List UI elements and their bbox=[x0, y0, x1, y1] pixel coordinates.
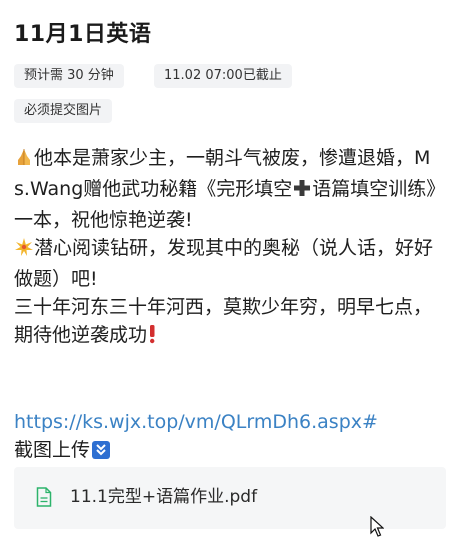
document-icon bbox=[36, 487, 52, 507]
attachment-file-name: 11.1完型+语篇作业.pdf bbox=[70, 487, 258, 507]
sparkle-icon bbox=[14, 237, 34, 265]
down-arrow-icon bbox=[92, 441, 111, 459]
upload-paragraph: 截图上传 bbox=[14, 436, 446, 464]
mouse-pointer-icon bbox=[370, 516, 384, 537]
upload-instruction: 截图上传 bbox=[14, 439, 91, 461]
description-paragraph-2: 潜心阅读钻研，发现其中的奥秘（说人话，好好做题）吧! bbox=[14, 237, 434, 290]
description-paragraph-1: 他本是萧家少主，一朝斗气被废，惨遭退婚，Ms.Wang赠他武功秘籍《完形填空 语篇… bbox=[14, 147, 446, 231]
description-paragraph-3: 三十年河东三十年河西，莫欺少年穷，明早七点，期待他逆袭成功 bbox=[14, 293, 446, 352]
deadline-tag: 11.02 07:00已截止 bbox=[154, 64, 292, 88]
duration-tag: 预计需 30 分钟 bbox=[14, 64, 124, 88]
page-title: 11月1日英语 bbox=[14, 22, 152, 47]
assignment-description: 他本是萧家少主，一朝斗气被废，惨遭退婚，Ms.Wang赠他武功秘籍《完形填空 语篇… bbox=[14, 144, 446, 464]
plus-icon bbox=[292, 178, 312, 206]
exclamation-icon bbox=[147, 324, 157, 352]
requirement-tag: 必须提交图片 bbox=[14, 99, 113, 123]
survey-link[interactable]: https://ks.wjx.top/vm/QLrmDh6.aspx# bbox=[14, 411, 378, 433]
link-paragraph: https://ks.wjx.top/vm/QLrmDh6.aspx# bbox=[14, 408, 446, 436]
folded-hands-icon bbox=[14, 147, 34, 175]
